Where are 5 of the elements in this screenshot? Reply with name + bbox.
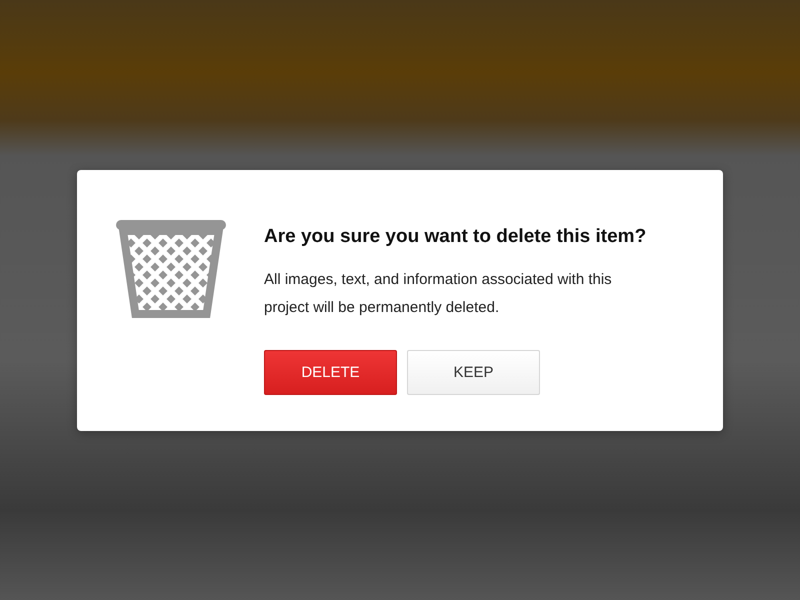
dialog-message: All images, text, and information associated with this project will be permanently deleted. [264, 270, 613, 318]
dialog-title: Are you sure you want to delete this item? [264, 226, 648, 248]
keep-button[interactable]: KEEP [407, 350, 540, 394]
delete-button[interactable]: DELETE [264, 350, 397, 394]
trash-icon [116, 220, 226, 318]
